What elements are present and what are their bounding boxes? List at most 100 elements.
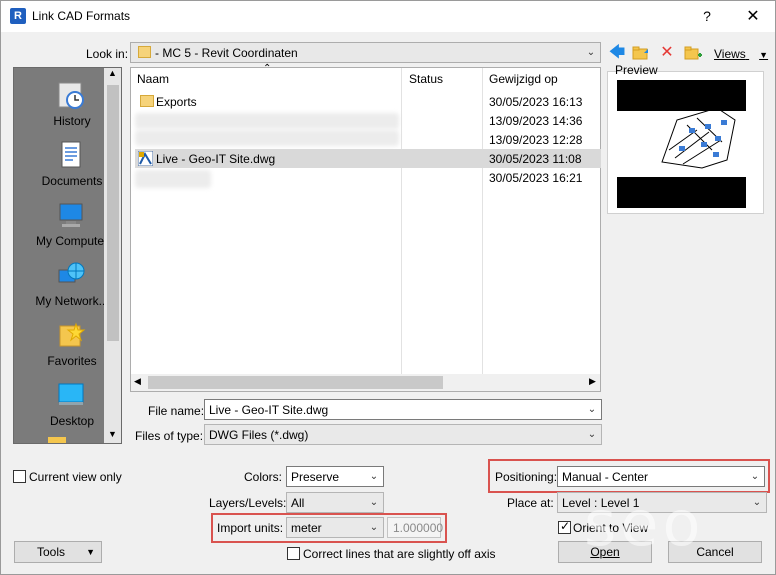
file-name: Live - Geo-IT Site.dwg (156, 152, 276, 166)
current-view-only-checkbox[interactable] (13, 470, 26, 483)
help-button[interactable]: ? (685, 1, 729, 32)
place-label: Documents (41, 174, 103, 188)
back-arrow-icon[interactable]: 🡄 (608, 44, 626, 62)
file-row[interactable]: 30/05/2023 16:21 (135, 168, 601, 188)
chevron-down-icon[interactable]: ⌄ (583, 400, 601, 419)
views-menu[interactable]: Views ▼ (714, 47, 768, 61)
new-folder-icon[interactable] (684, 44, 702, 62)
file-name-value: Live - Geo-IT Site.dwg (209, 403, 329, 417)
scroll-right-icon[interactable]: ▶ (589, 376, 596, 387)
current-view-only-label: Current view only (29, 470, 122, 484)
place-at-select[interactable]: Level : Level 1 ⌄ (557, 492, 767, 513)
place-label: History (53, 114, 91, 128)
place-documents[interactable]: Documents (28, 132, 116, 192)
computer-icon (59, 203, 83, 227)
look-in-label: Look in: (86, 47, 129, 61)
scale-factor-field[interactable]: 1.000000 (387, 517, 444, 538)
sort-indicator-icon: ⌃ (263, 63, 272, 74)
place-history[interactable]: History (28, 72, 116, 132)
place-label: Favorites (47, 354, 97, 368)
views-label: Views (714, 47, 746, 61)
hscroll-thumb[interactable] (148, 376, 443, 389)
positioning-value: Manual - Center (562, 470, 649, 484)
window-title: Link CAD Formats (32, 9, 131, 23)
up-folder-icon[interactable] (632, 44, 650, 62)
favorites-icon (59, 322, 86, 347)
caret-down-icon: ▼ (759, 50, 769, 60)
scale-factor-value: 1.000000 (393, 521, 444, 535)
file-row-selected[interactable]: Live - Geo-IT Site.dwg 30/05/2023 11:08 (135, 149, 601, 168)
chevron-down-icon: ⌄ (369, 471, 379, 482)
look-in-combo[interactable]: - MC 5 - Revit Coordinaten ⌄ (130, 42, 601, 63)
correct-lines-checkbox[interactable] (287, 547, 300, 560)
column-header-modified[interactable]: Gewijzigd op (489, 72, 558, 86)
import-units-value: meter (291, 521, 322, 535)
preview-thumbnail (617, 80, 746, 208)
redacted-name (135, 113, 399, 129)
scroll-down-icon[interactable]: ▼ (108, 429, 117, 439)
cancel-button[interactable]: Cancel (668, 541, 762, 563)
redacted-name (135, 170, 211, 188)
chevron-down-icon: ⌄ (752, 497, 762, 508)
desktop-icon (58, 383, 84, 405)
place-my-computer[interactable]: My Computer (28, 192, 116, 252)
column-header-status[interactable]: Status (409, 72, 443, 86)
open-button[interactable]: Open (558, 541, 652, 563)
import-units-label: Import units: (217, 521, 284, 535)
file-name-label: File name: (148, 404, 205, 418)
partial-folder-icon (48, 437, 66, 443)
close-button[interactable]: ✕ (731, 1, 775, 32)
chevron-down-icon: ⌄ (750, 471, 760, 482)
folder-icon (138, 46, 151, 58)
column-header-name[interactable]: Naam (137, 72, 169, 86)
redacted-name (135, 130, 399, 146)
places-scroll-thumb[interactable] (107, 85, 119, 341)
folder-icon (140, 95, 154, 107)
layers-label: Layers/Levels: (209, 496, 287, 510)
orient-to-view-checkbox[interactable] (558, 519, 571, 534)
colors-select[interactable]: Preserve ⌄ (286, 466, 384, 487)
place-favorites[interactable]: Favorites (28, 312, 116, 372)
revit-app-icon: R (10, 8, 26, 24)
file-modified: 13/09/2023 12:28 (489, 133, 583, 147)
place-desktop[interactable]: Desktop (28, 372, 116, 432)
tools-label: Tools (37, 545, 66, 559)
orient-to-view-label: Orient to View (573, 521, 649, 535)
network-icon (58, 262, 85, 283)
place-at-label: Place at: (507, 496, 554, 510)
history-icon (58, 82, 84, 109)
scroll-up-icon[interactable]: ▲ (108, 68, 117, 78)
chevron-down-icon: ⌄ (369, 497, 379, 508)
file-name-input[interactable]: Live - Geo-IT Site.dwg ⌄ (204, 399, 602, 420)
file-modified: 13/09/2023 14:36 (489, 114, 583, 128)
colors-value: Preserve (291, 470, 340, 484)
chevron-down-icon: ⌄ (586, 47, 596, 58)
colors-label: Colors: (244, 470, 283, 484)
file-row[interactable]: Exports 30/05/2023 16:13 (135, 92, 601, 111)
place-my-network[interactable]: My Network... (28, 252, 116, 312)
files-of-type-select[interactable]: DWG Files (*.dwg) ⌄ (204, 424, 602, 445)
caret-down-icon: ▼ (86, 547, 95, 557)
look-in-value: - MC 5 - Revit Coordinaten (155, 46, 298, 60)
file-modified: 30/05/2023 16:13 (489, 95, 583, 109)
layers-value: All (291, 496, 305, 510)
file-row[interactable]: 13/09/2023 14:36 (135, 111, 601, 130)
preview-label: Preview (615, 63, 658, 77)
place-label: My Computer (35, 234, 109, 248)
positioning-select[interactable]: Manual - Center ⌄ (557, 466, 765, 487)
place-at-value: Level : Level 1 (562, 496, 640, 510)
import-units-select[interactable]: meter ⌄ (286, 517, 384, 538)
files-of-type-value: DWG Files (*.dwg) (209, 428, 309, 442)
scroll-left-icon[interactable]: ◀ (134, 376, 141, 387)
file-row[interactable]: 13/09/2023 12:28 (135, 130, 601, 149)
dwg-file-icon (138, 151, 153, 166)
file-modified: 30/05/2023 11:08 (489, 152, 582, 166)
chevron-down-icon: ⌄ (587, 429, 597, 440)
tools-button[interactable]: Tools ▼ (14, 541, 102, 563)
files-of-type-label: Files of type: (135, 429, 204, 443)
documents-icon (61, 141, 81, 168)
link-cad-dialog: R Link CAD Formats ? ✕ Look in: - MC 5 -… (0, 0, 776, 575)
delete-icon[interactable]: ✕ (658, 44, 676, 62)
place-label: My Network... (35, 294, 109, 308)
layers-select[interactable]: All ⌄ (286, 492, 384, 513)
